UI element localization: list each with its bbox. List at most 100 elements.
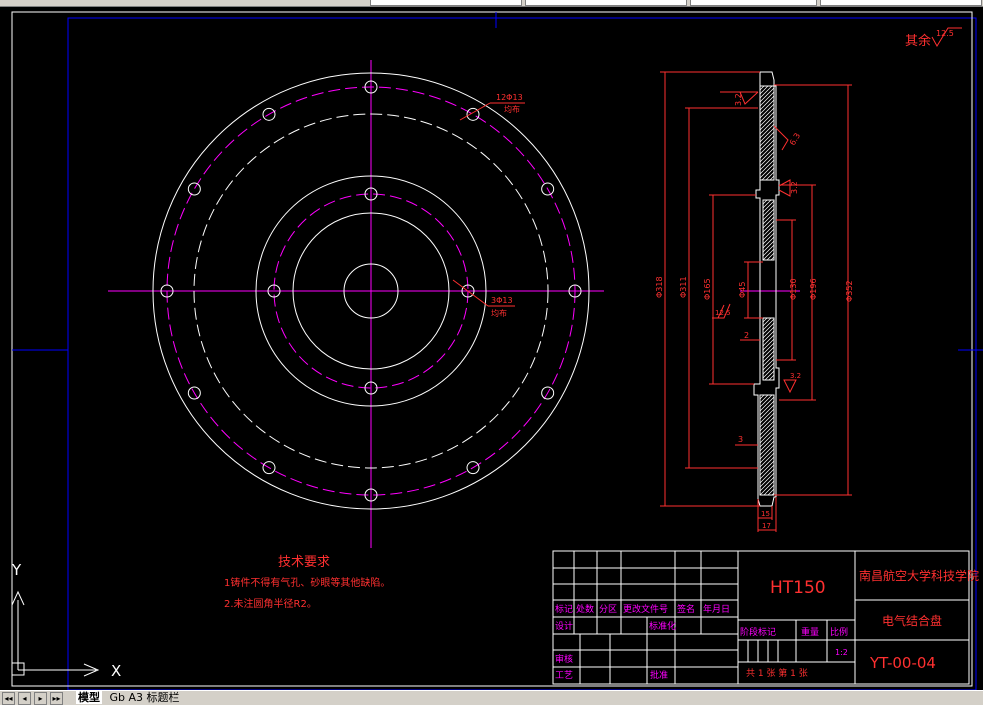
roughness-3-2-b: 3.2 (790, 181, 799, 194)
section-hatch-line (759, 115, 775, 131)
title-part-code: YT-00-04 (869, 654, 936, 672)
roughness-other-label: 其余 (905, 33, 931, 49)
section-hatch-line (759, 103, 775, 119)
section-hatch-line (759, 111, 775, 127)
label-12-holes-note: 均布 (504, 104, 520, 114)
sheet-border-outer (67, 17, 977, 690)
roughness-3-2-a: 3.2 (734, 93, 743, 106)
label-3-holes-note: 均布 (491, 308, 507, 318)
section-hatch-line (759, 85, 769, 95)
label-12-holes: 12Φ13 (496, 93, 523, 102)
section-hatch-line (766, 252, 775, 261)
section-hatch-line (759, 432, 775, 448)
section-hatch-line (759, 440, 775, 456)
roughness-other-value: 12.5 (936, 29, 954, 38)
section-hatch-line (759, 428, 775, 444)
title-scale-value: 1:2 (835, 648, 848, 657)
dim-d165: Φ165 (703, 278, 712, 300)
tab-next-button[interactable]: ▸ (34, 692, 47, 705)
section-hatch-line (768, 374, 775, 381)
section-hatch-line (759, 424, 775, 440)
section-hatch-line (759, 139, 775, 155)
dim-d130: Φ130 (789, 278, 798, 300)
section-hatch-line (759, 119, 775, 135)
section-hatch-line (762, 199, 768, 205)
dim-d318: Φ318 (655, 276, 664, 298)
dim-3: 3 (738, 435, 743, 444)
title-audit: 审核 (555, 653, 573, 665)
bolt-hole-outer (187, 182, 201, 196)
title-row-label: 签名 (677, 603, 695, 615)
title-row-label: 更改文件号 (623, 603, 668, 615)
title-designer: 设计 (555, 620, 573, 632)
section-hatch-line (759, 131, 775, 147)
title-scale-label: 比例 (830, 626, 848, 638)
title-process: 工艺 (555, 670, 573, 681)
label-3-holes: 3Φ13 (491, 296, 513, 305)
section-hatch-line (759, 91, 775, 107)
tech-req-item-1: 1铸件不得有气孔、砂眼等其他缺陷。 (224, 576, 390, 589)
section-hatch-line (764, 370, 775, 381)
section-hatch-line (759, 155, 775, 171)
section-hatch-line (759, 448, 775, 464)
section-hatch-line (759, 416, 775, 432)
leader-3-holes (452, 279, 489, 307)
section-hatch-line (759, 394, 765, 400)
section-hatch-line (762, 317, 772, 327)
roughness-12-5: 12.5 (715, 309, 731, 317)
section-hatch-line (759, 460, 775, 476)
section-hatch-line (759, 85, 765, 91)
title-material: HT150 (770, 578, 826, 598)
section-hatch-line (763, 484, 775, 496)
title-sheets: 共 1 张 第 1 张 (746, 667, 808, 679)
section-hatch-line (759, 436, 775, 452)
section-hatch-line (759, 476, 775, 492)
leader-12-holes (459, 102, 491, 121)
section-hatch-line (759, 456, 775, 472)
dim-d45: Φ45 (738, 282, 747, 298)
front-view: 12Φ13 均布 3Φ13 均布 (108, 60, 604, 548)
title-standardize: 标准化 (649, 620, 676, 632)
section-hatch-line (759, 408, 775, 424)
ucs-icon (11, 590, 100, 677)
section-hatch-line (769, 175, 775, 181)
section-hatch-line (759, 464, 775, 480)
tech-req-title: 技术要求 (278, 555, 330, 570)
section-hatch-line (759, 147, 775, 163)
dim-17: 17 (762, 522, 771, 530)
roughness-3-2-c: 3.2 (790, 372, 801, 380)
tech-req-item-2: 2.未注圆角半径R2。 (224, 597, 317, 610)
section-hatch-line (759, 143, 775, 159)
tab-model[interactable]: 模型 (76, 691, 102, 704)
section-hatch-line (765, 171, 775, 181)
dim-2: 2 (744, 331, 749, 340)
title-part-name: 电气结合盘 (882, 613, 942, 628)
sheet-border-inner (11, 11, 973, 687)
title-row-label: 分区 (599, 604, 617, 615)
section-view: Φ318 Φ311 Φ165 Φ45 Φ130 Φ196 Φ352 3.2 6.… (655, 71, 854, 532)
section-hatch-line (759, 107, 775, 123)
section-hatch-line (759, 472, 775, 488)
tab-prev-button[interactable]: ◂ (18, 692, 31, 705)
title-row-label: 标记 (555, 603, 573, 615)
tab-layout-gb-a3[interactable]: Gb A3 标题栏 (110, 691, 180, 704)
tab-last-button[interactable]: ▸▸ (50, 692, 63, 705)
title-approve: 批准 (650, 669, 668, 681)
tab-first-button[interactable]: ◂◂ (2, 692, 15, 705)
section-hatch-line (759, 99, 775, 115)
section-hatch-line (759, 412, 775, 428)
section-hatch-line (759, 452, 775, 468)
section-hatch-line (759, 468, 775, 484)
section-hatch-line (759, 480, 775, 496)
section-hatch-line (759, 159, 775, 175)
ucs-y-label: Y (11, 561, 22, 579)
title-school: 南昌航空大学科技学院 (859, 568, 979, 583)
section-hatch-line (759, 394, 769, 404)
section-hatch-line (759, 127, 775, 143)
dim-d311: Φ311 (679, 276, 688, 298)
section-hatch-line (759, 420, 775, 436)
drawing-canvas[interactable]: 其余 12.5 12Φ13 均布 3Φ13 均布 Φ318 Φ311 Φ165 … (0, 6, 983, 690)
section-hatch-line (762, 199, 772, 209)
section-hatch-line (759, 95, 775, 111)
section-hatch-line (759, 404, 775, 420)
